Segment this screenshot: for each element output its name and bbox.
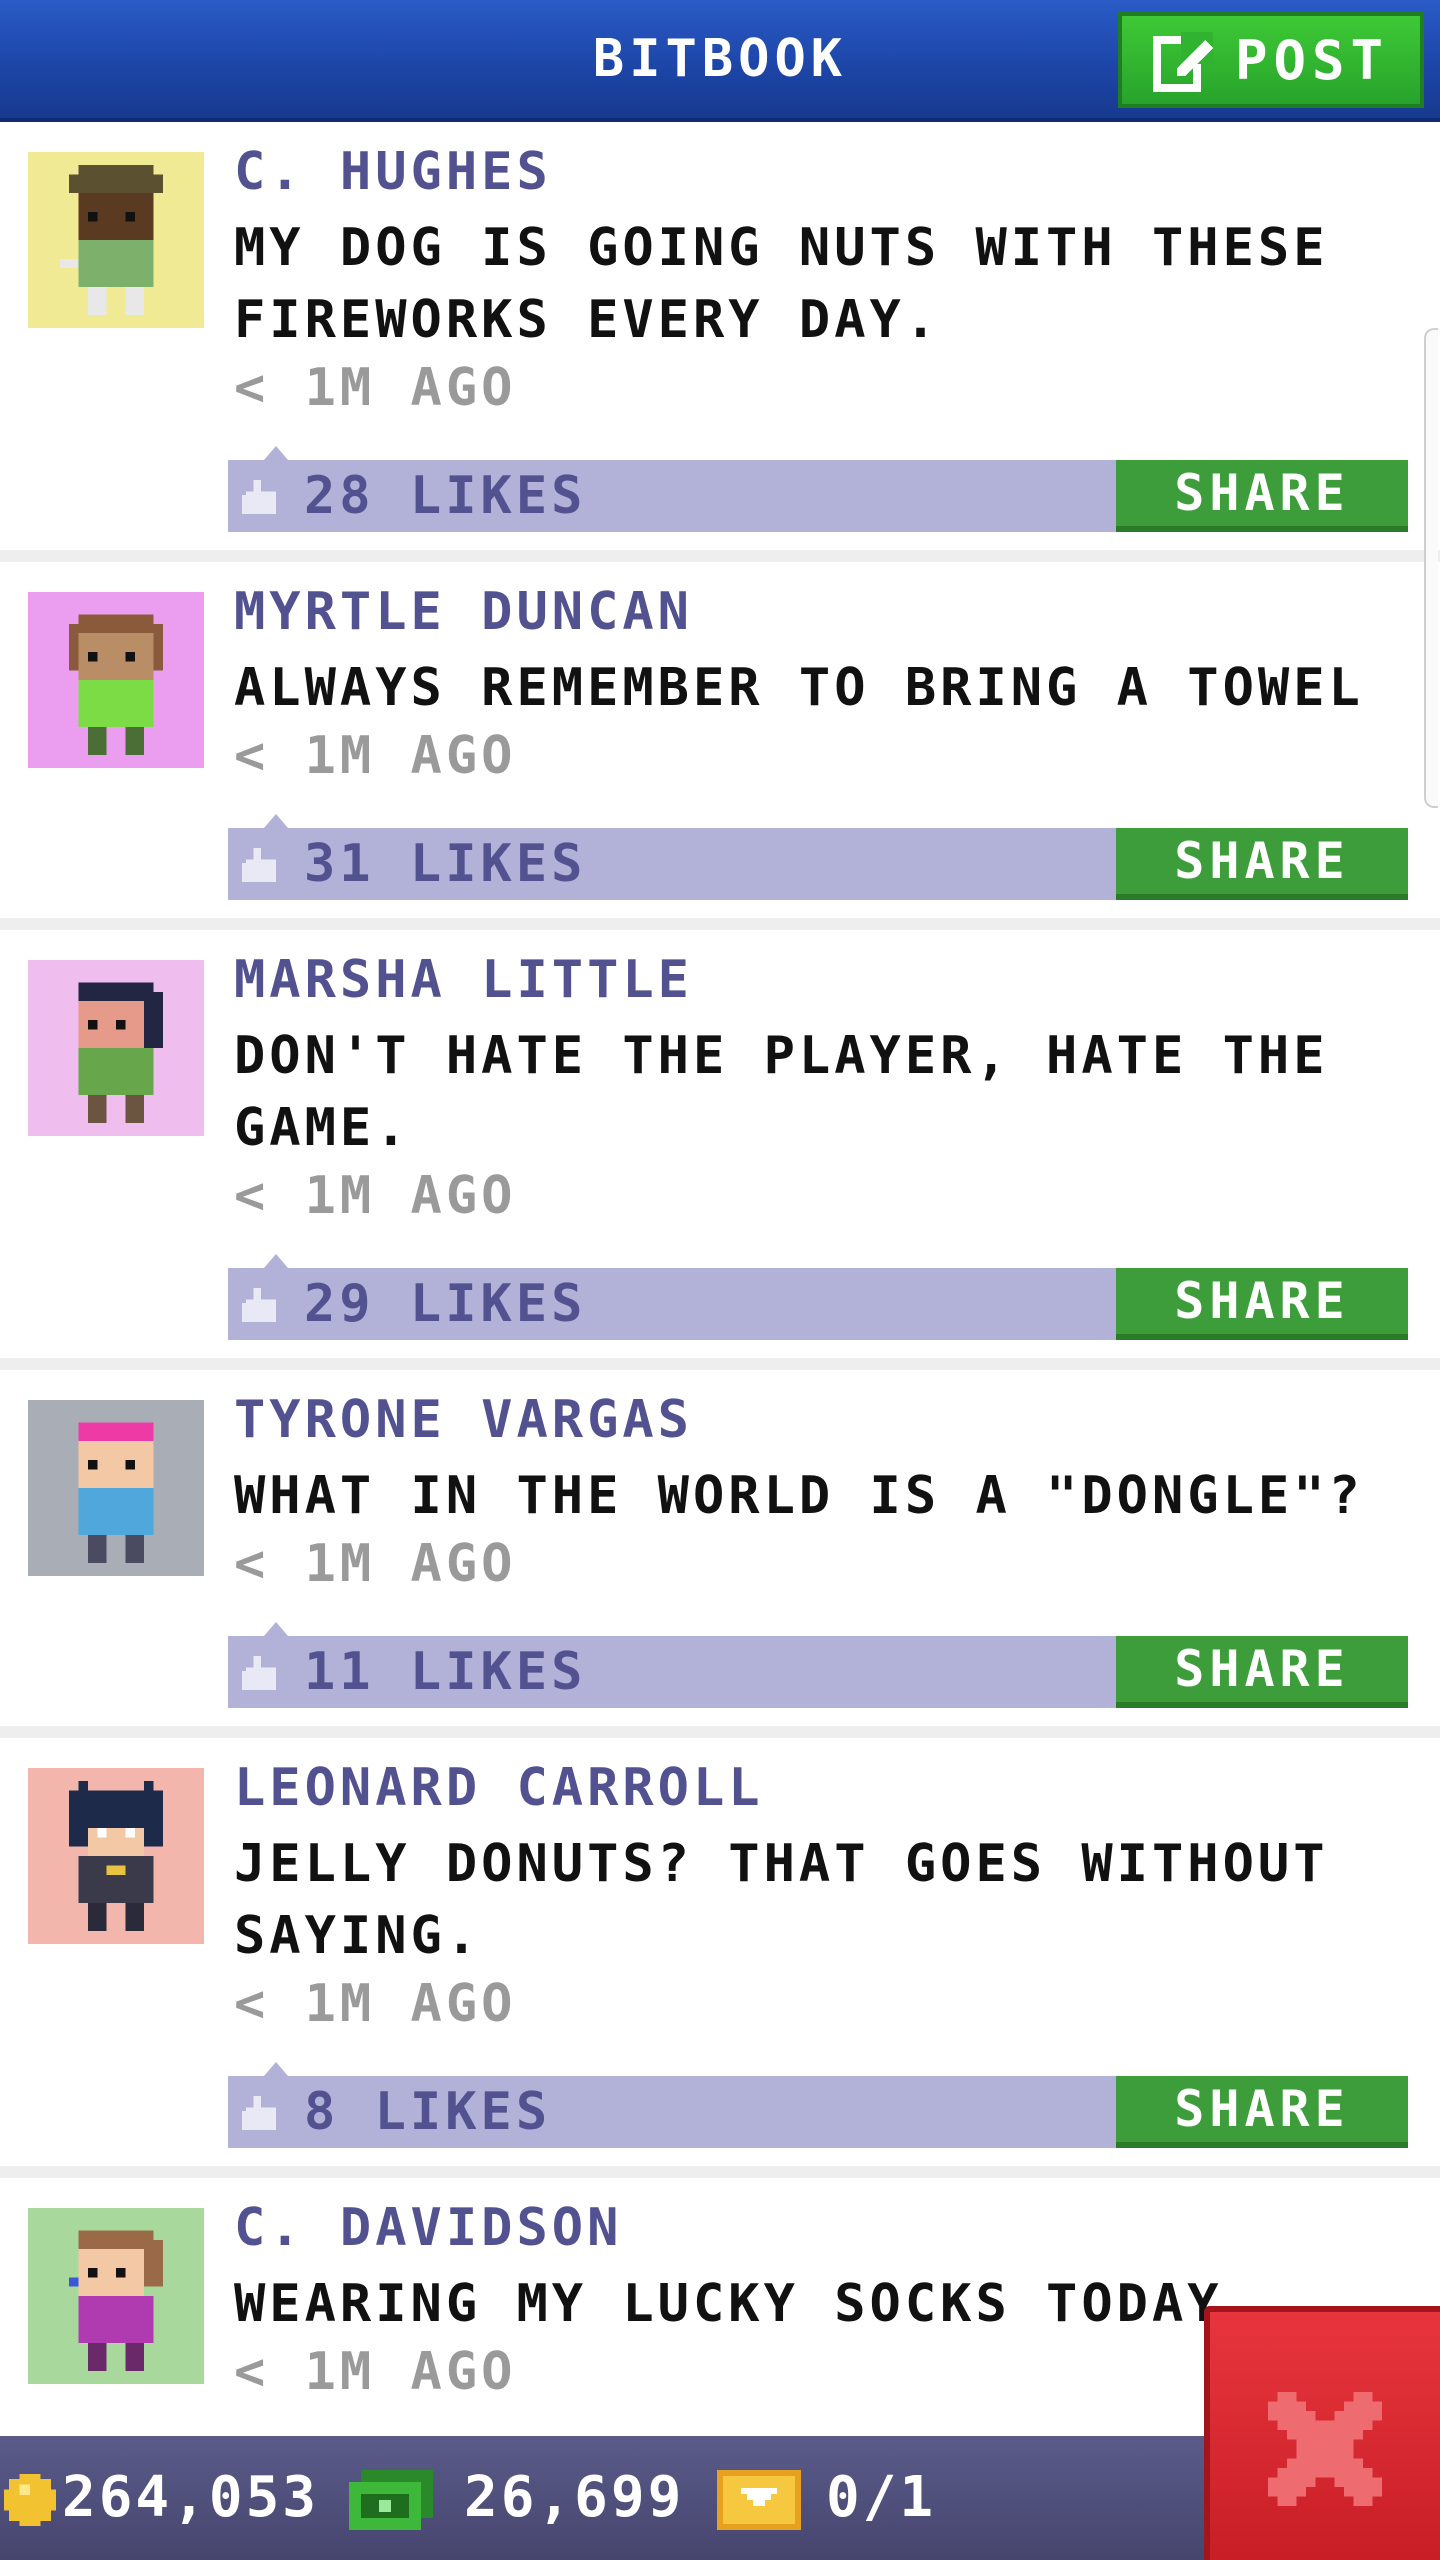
post-time: < 1M AGO <box>234 726 517 786</box>
character-sprite <box>69 614 163 755</box>
post-author[interactable]: C. HUGHES <box>234 142 552 202</box>
likes-bar: 8 LIKES SHARE <box>228 2062 1408 2148</box>
post-button-label: POST <box>1234 28 1390 92</box>
avatar[interactable] <box>28 960 204 1136</box>
cash-count: 26,699 <box>464 2465 685 2530</box>
post-card: C. HUGHES MY DOG IS GOING NUTS WITH THES… <box>0 122 1440 562</box>
post-card: MARSHA LITTLE DON'T HATE THE PLAYER, HAT… <box>0 930 1440 1370</box>
share-button[interactable]: SHARE <box>1116 460 1408 532</box>
post-author[interactable]: LEONARD CARROLL <box>234 1758 764 1818</box>
avatar[interactable] <box>28 2208 204 2384</box>
likes-bar: 29 LIKES SHARE <box>228 1254 1408 1340</box>
likes-count: 28 LIKES <box>304 466 587 526</box>
post-time: < 1M AGO <box>234 1166 517 1226</box>
post-author[interactable]: TYRONE VARGAS <box>234 1390 693 1450</box>
avatar[interactable] <box>28 592 204 768</box>
post-time: < 1M AGO <box>234 1974 517 2034</box>
post-time: < 1M AGO <box>234 2342 517 2402</box>
coin-icon <box>4 2474 56 2526</box>
thumbs-up-icon[interactable] <box>242 1288 280 1322</box>
likes-bar: 31 LIKES SHARE <box>228 814 1408 900</box>
likes-count: 11 LIKES <box>304 1642 587 1702</box>
likes-count: 31 LIKES <box>304 834 587 894</box>
compose-icon <box>1152 32 1213 92</box>
thumbs-up-icon[interactable] <box>242 480 280 514</box>
post-card: TYRONE VARGAS WHAT IN THE WORLD IS A "DO… <box>0 1370 1440 1738</box>
share-button[interactable]: SHARE <box>1116 1636 1408 1708</box>
post-time: < 1M AGO <box>234 1534 517 1594</box>
post-author[interactable]: MYRTLE DUNCAN <box>234 582 693 642</box>
post-time: < 1M AGO <box>234 358 517 418</box>
close-icon <box>1268 2392 1382 2506</box>
ticket-icon <box>717 2470 801 2530</box>
post-message: ALWAYS REMEMBER TO BRING A TOWEL <box>234 658 1364 718</box>
ticket-count: 0/1 <box>826 2465 937 2530</box>
avatar[interactable] <box>28 1400 204 1576</box>
post-message: WHAT IN THE WORLD IS A "DONGLE"? <box>234 1466 1364 1526</box>
app-header: BITBOOK POST <box>0 0 1440 122</box>
cash-icon <box>349 2470 433 2530</box>
post-author[interactable]: MARSHA LITTLE <box>234 950 693 1010</box>
likes-count: 8 LIKES <box>304 2082 552 2142</box>
character-sprite <box>78 1422 154 1563</box>
post-message: MY DOG IS GOING NUTS WITH THESE FIREWORK… <box>234 218 1329 350</box>
character-sprite <box>59 165 163 315</box>
likes-count: 29 LIKES <box>304 1274 587 1334</box>
coin-count: 264,053 <box>62 2465 320 2530</box>
likes-bar: 28 LIKES SHARE <box>228 446 1408 532</box>
share-button[interactable]: SHARE <box>1116 828 1408 900</box>
share-button[interactable]: SHARE <box>1116 1268 1408 1340</box>
post-message: JELLY DONUTS? THAT GOES WITHOUT SAYING. <box>234 1834 1329 1966</box>
share-button[interactable]: SHARE <box>1116 2076 1408 2148</box>
avatar[interactable] <box>28 1768 204 1944</box>
character-sprite <box>78 982 163 1123</box>
scrollbar[interactable] <box>1424 328 1438 808</box>
thumbs-up-icon[interactable] <box>242 2096 280 2130</box>
character-sprite <box>69 1781 163 1931</box>
post-card: LEONARD CARROLL JELLY DONUTS? THAT GOES … <box>0 1738 1440 2178</box>
close-button[interactable] <box>1204 2306 1440 2560</box>
thumbs-up-icon[interactable] <box>242 1656 280 1690</box>
character-sprite <box>69 2230 163 2371</box>
post-card: MYRTLE DUNCAN ALWAYS REMEMBER TO BRING A… <box>0 562 1440 930</box>
thumbs-up-icon[interactable] <box>242 848 280 882</box>
likes-bar: 11 LIKES SHARE <box>228 1622 1408 1708</box>
post-button[interactable]: POST <box>1118 12 1424 108</box>
post-message: DON'T HATE THE PLAYER, HATE THE GAME. <box>234 1026 1329 1158</box>
post-author[interactable]: C. DAVIDSON <box>234 2198 622 2258</box>
avatar[interactable] <box>28 152 204 328</box>
